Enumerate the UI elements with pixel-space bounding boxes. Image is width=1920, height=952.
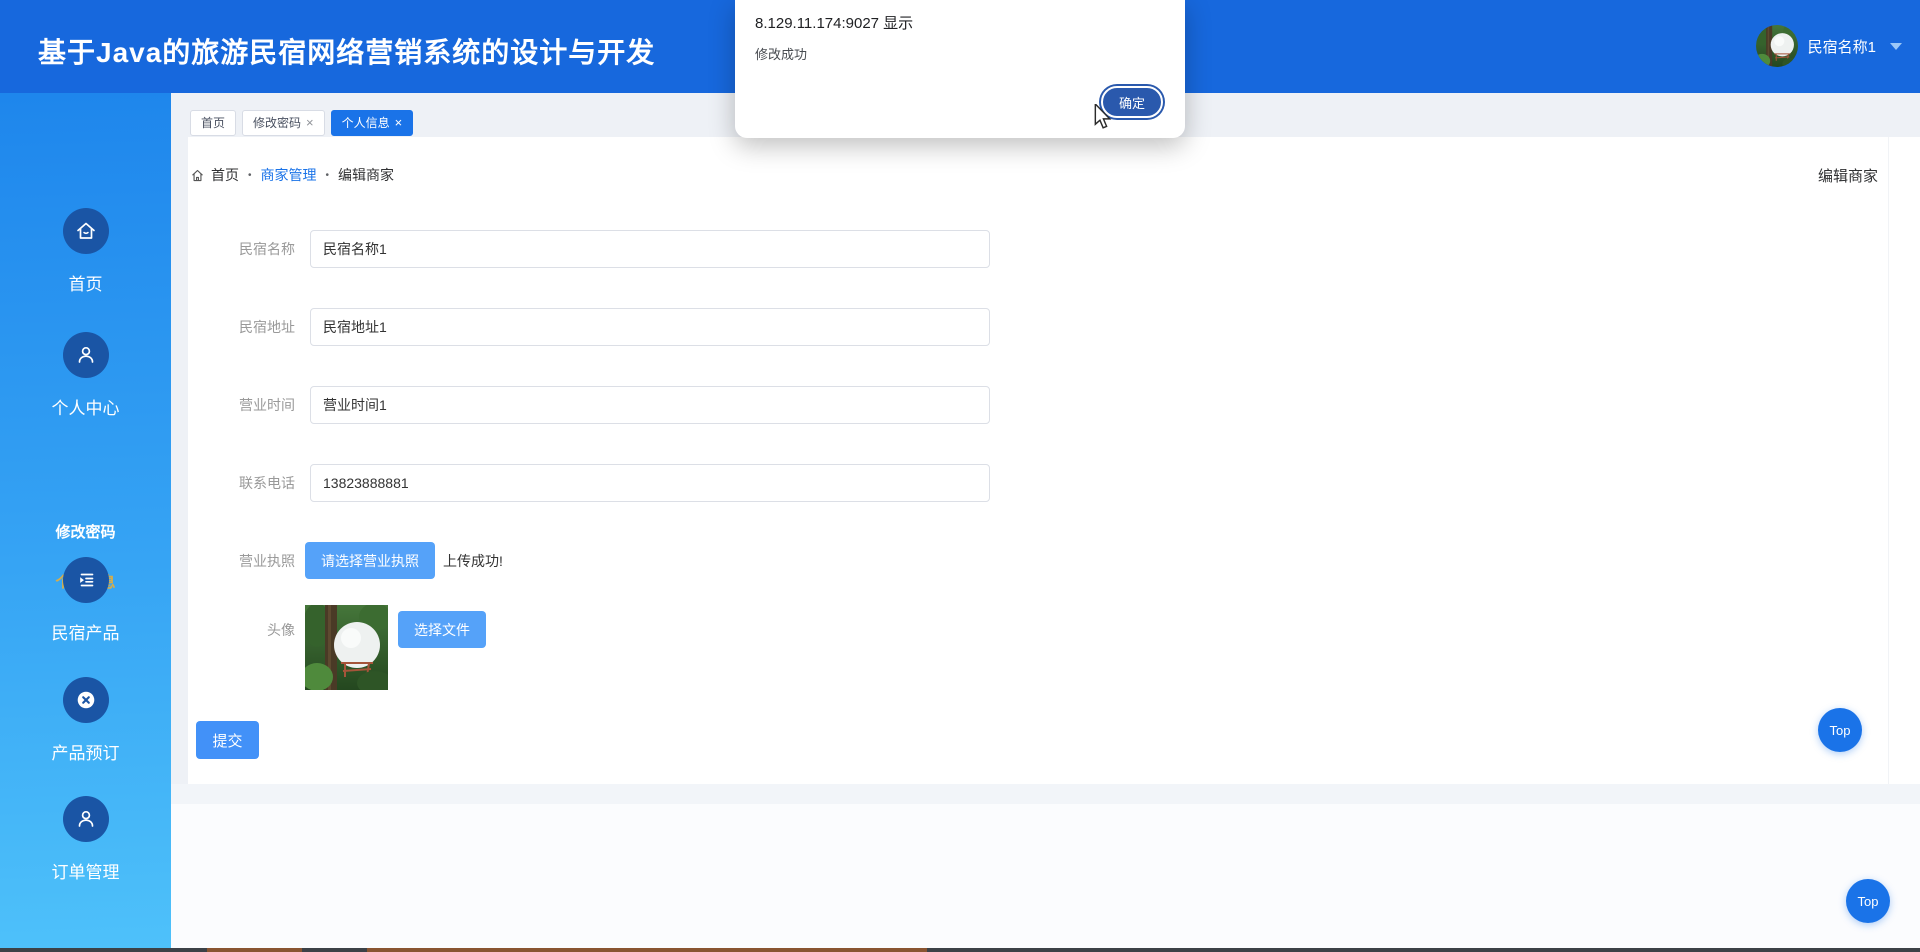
breadcrumb: 首页 • 商家管理 • 编辑商家 bbox=[190, 165, 394, 185]
back-to-top-button[interactable]: Top bbox=[1846, 879, 1890, 923]
submit-button[interactable]: 提交 bbox=[196, 721, 259, 759]
breadcrumb-label: 首页 bbox=[211, 165, 239, 185]
field-label: 头像 bbox=[195, 605, 295, 655]
business-hours-input[interactable] bbox=[310, 386, 990, 424]
panel-gap bbox=[171, 784, 1920, 804]
form-row: 营业时间 bbox=[188, 386, 998, 424]
booking-icon bbox=[74, 688, 98, 712]
contact-phone-input[interactable] bbox=[310, 464, 990, 502]
form-row: 民宿名称 bbox=[188, 230, 998, 268]
close-icon[interactable]: × bbox=[395, 111, 403, 135]
taskbar-edge-accent bbox=[367, 948, 927, 952]
license-row: 营业执照 请选择营业执照 上传成功! bbox=[188, 542, 998, 580]
browser-alert-dialog: 8.129.11.174:9027 显示 修改成功 确定 bbox=[735, 0, 1185, 138]
sidebar-item-home[interactable]: 首页 bbox=[0, 208, 171, 295]
field-label: 联系电话 bbox=[195, 464, 295, 502]
sidebar: 首页 个人中心 修改密码 个人信息 bbox=[0, 93, 171, 948]
breadcrumb-current: 编辑商家 bbox=[338, 165, 394, 185]
sidebar-item-orders[interactable]: 订单管理 bbox=[0, 796, 171, 883]
breadcrumb-separator: • bbox=[326, 170, 330, 181]
back-to-top-button[interactable]: Top bbox=[1818, 708, 1862, 752]
page: 基于Java的旅游民宿网络营销系统的设计与开发 bbox=[0, 0, 1920, 952]
user-icon bbox=[74, 343, 98, 367]
tab-label: 首页 bbox=[201, 111, 225, 135]
dialog-title: 8.129.11.174:9027 显示 bbox=[755, 12, 913, 33]
sidebar-item-label: 订单管理 bbox=[0, 858, 171, 883]
user-menu[interactable]: 民宿名称1 bbox=[1756, 24, 1902, 68]
sidebar-sub-label: 修改密码 bbox=[55, 524, 115, 541]
choose-file-button[interactable]: 选择文件 bbox=[398, 611, 486, 648]
app-title: 基于Java的旅游民宿网络营销系统的设计与开发 bbox=[38, 31, 655, 71]
sidebar-item-label: 首页 bbox=[0, 270, 171, 295]
close-icon[interactable]: × bbox=[306, 111, 314, 135]
breadcrumb-link-merchant[interactable]: 商家管理 bbox=[261, 165, 317, 185]
tab-personal-info[interactable]: 个人信息 × bbox=[331, 110, 414, 136]
tab-change-password[interactable]: 修改密码 × bbox=[242, 110, 325, 136]
edit-merchant-card: 首页 • 商家管理 • 编辑商家 编辑商家 民宿名称 民宿地址 营业时间 bbox=[188, 137, 1889, 784]
homestay-address-input[interactable] bbox=[310, 308, 990, 346]
product-list-icon bbox=[74, 568, 98, 592]
tab-home[interactable]: 首页 bbox=[190, 110, 236, 136]
breadcrumb-home[interactable]: 首页 bbox=[190, 165, 239, 185]
field-label: 民宿名称 bbox=[195, 230, 295, 268]
form-row: 民宿地址 bbox=[188, 308, 998, 346]
choose-license-button[interactable]: 请选择营业执照 bbox=[305, 542, 435, 579]
orders-icon bbox=[74, 807, 98, 831]
homestay-name-input[interactable] bbox=[310, 230, 990, 268]
tab-label: 修改密码 bbox=[253, 111, 301, 135]
breadcrumb-separator: • bbox=[248, 170, 252, 181]
avatar-image bbox=[1756, 25, 1798, 67]
home-icon bbox=[74, 219, 98, 243]
tab-bar: 首页 修改密码 × 个人信息 × bbox=[190, 110, 413, 136]
sidebar-item-label: 产品预订 bbox=[0, 739, 171, 764]
chevron-down-icon bbox=[1890, 43, 1902, 50]
taskbar-edge-accent bbox=[207, 948, 302, 952]
avatar-thumbnail bbox=[305, 605, 388, 690]
home-icon bbox=[190, 168, 205, 183]
lower-panel bbox=[171, 804, 1920, 948]
sidebar-item-change-password[interactable]: 修改密码 bbox=[0, 521, 171, 542]
sidebar-item-label: 个人中心 bbox=[0, 394, 171, 419]
dialog-message: 修改成功 bbox=[755, 44, 807, 63]
user-avatar bbox=[1756, 25, 1798, 67]
sidebar-item-products[interactable]: 民宿产品 bbox=[0, 557, 171, 644]
field-label: 民宿地址 bbox=[195, 308, 295, 346]
sidebar-item-label: 民宿产品 bbox=[0, 619, 171, 644]
upload-status: 上传成功! bbox=[443, 551, 503, 571]
taskbar-edge bbox=[0, 948, 1920, 952]
field-label: 营业时间 bbox=[195, 386, 295, 424]
sidebar-item-bookings[interactable]: 产品预订 bbox=[0, 677, 171, 764]
tab-label: 个人信息 bbox=[342, 111, 390, 135]
field-label: 营业执照 bbox=[195, 542, 295, 580]
avatar-row: 头像 bbox=[188, 605, 998, 695]
dialog-ok-button[interactable]: 确定 bbox=[1101, 86, 1163, 118]
user-name: 民宿名称1 bbox=[1808, 36, 1876, 57]
sidebar-item-personal-center[interactable]: 个人中心 bbox=[0, 332, 171, 419]
main-content: 首页 修改密码 × 个人信息 × 首页 • 商家管理 bbox=[171, 93, 1920, 948]
form-row: 联系电话 bbox=[188, 464, 998, 502]
page-title: 编辑商家 bbox=[1818, 165, 1878, 186]
